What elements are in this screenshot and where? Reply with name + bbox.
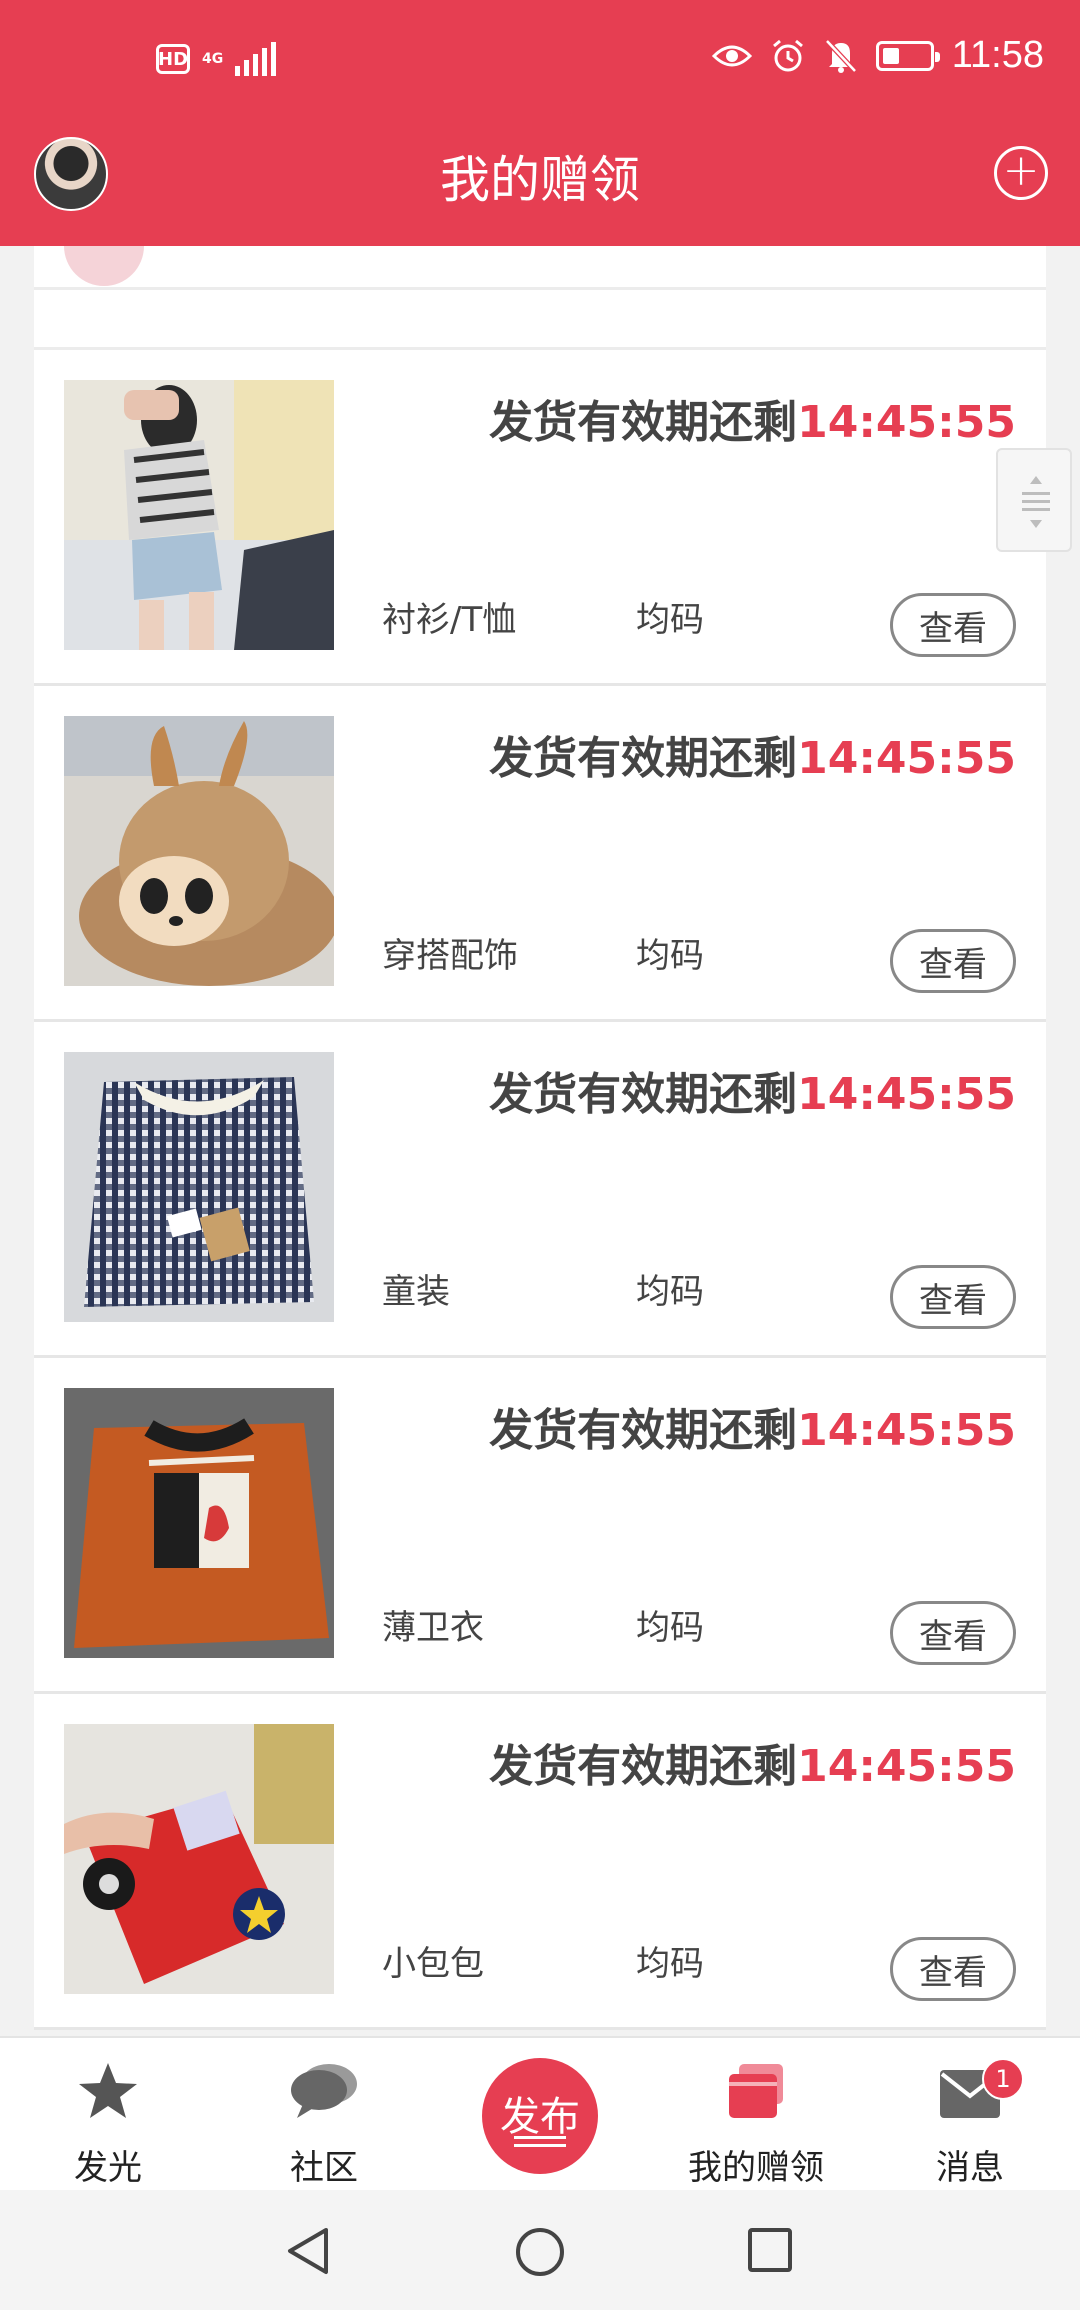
size-label: 均码 <box>636 1608 704 1648</box>
countdown: 发货有效期还剩14:45:55 <box>489 1069 1016 1120</box>
nav-item-glow[interactable]: 发光 <box>8 2038 208 2192</box>
recents-icon[interactable] <box>746 2226 794 2274</box>
chat-bubble-icon <box>291 2064 357 2118</box>
battery-icon <box>875 40 940 71</box>
category-label: 穿搭配饰 <box>382 936 518 976</box>
size-label: 均码 <box>636 936 704 976</box>
list-item[interactable]: 发货有效期还剩14:45:55 薄卫衣 均码 查看 <box>34 1358 1046 1694</box>
view-button[interactable]: 查看 <box>890 929 1016 993</box>
scroll-handle[interactable] <box>996 448 1072 552</box>
alarm-icon <box>772 39 803 71</box>
gift-cards-icon <box>729 2064 783 2118</box>
countdown: 发货有效期还剩14:45:55 <box>489 1405 1016 1456</box>
nav-label: 我的赠领 <box>688 2148 824 2188</box>
list-item[interactable]: 发货有效期还剩14:45:55 童装 均码 查看 <box>34 1022 1046 1358</box>
list-item[interactable]: 发货有效期还剩14:45:55 穿搭配饰 均码 查看 <box>34 686 1046 1022</box>
orange-sweatshirt-photo <box>64 1388 334 1658</box>
countdown: 发货有效期还剩14:45:55 <box>489 1741 1016 1792</box>
category-label: 衬衫/T恤 <box>382 600 517 640</box>
shirt-photo <box>64 380 334 650</box>
gift-list[interactable]: 发货有效期还剩14:45:55 衬衫/T恤 均码 查看 发货有效期还剩14:45… <box>34 246 1046 2036</box>
view-button[interactable]: 查看 <box>890 1265 1016 1329</box>
nav-item-my-gifts[interactable]: 我的赠领 <box>656 2038 856 2192</box>
category-label: 小包包 <box>382 1944 484 1984</box>
list-item[interactable]: 发货有效期还剩14:45:55 小包包 均码 查看 <box>34 1694 1046 2030</box>
nav-label: 消息 <box>936 2148 1004 2188</box>
status-bar: HD 4G 11:58 <box>0 30 1080 96</box>
size-label: 均码 <box>636 600 704 640</box>
unread-badge: 1 <box>982 2058 1024 2100</box>
view-button[interactable]: 查看 <box>890 593 1016 657</box>
home-icon[interactable] <box>514 2226 566 2278</box>
mute-bell-icon <box>824 38 857 73</box>
hat-photo <box>64 716 334 986</box>
publish-label: 发布 <box>500 2094 580 2140</box>
clock: 11:58 <box>951 34 1044 76</box>
hd-icon: HD <box>156 44 190 74</box>
back-icon[interactable] <box>284 2226 334 2276</box>
countdown: 发货有效期还剩14:45:55 <box>489 397 1016 448</box>
countdown: 发货有效期还剩14:45:55 <box>489 733 1016 784</box>
system-nav <box>0 2190 1080 2310</box>
app-header: HD 4G 11:58 我的赠领 + <box>0 0 1080 246</box>
category-label: 童装 <box>382 1272 450 1312</box>
spacer-row <box>34 290 1046 350</box>
nav-label: 发光 <box>74 2148 142 2188</box>
list-item[interactable]: 发货有效期还剩14:45:55 衬衫/T恤 均码 查看 <box>34 350 1046 686</box>
category-label: 薄卫衣 <box>382 1608 484 1648</box>
police-bag-photo <box>64 1724 334 1994</box>
nav-item-messages[interactable]: 1 消息 <box>870 2038 1070 2192</box>
network-type: 4G <box>202 51 224 67</box>
size-label: 均码 <box>636 1272 704 1312</box>
view-button[interactable]: 查看 <box>890 1937 1016 2001</box>
add-button[interactable]: + <box>994 146 1048 200</box>
partial-card <box>34 246 1046 290</box>
plaid-dress-photo <box>64 1052 334 1322</box>
star-icon <box>79 2063 137 2118</box>
page-title: 我的赠领 <box>440 151 640 209</box>
size-label: 均码 <box>636 1944 704 1984</box>
nav-label: 社区 <box>290 2148 358 2188</box>
nav-item-community[interactable]: 社区 <box>224 2038 424 2192</box>
eye-icon <box>711 45 752 66</box>
signal-icon <box>235 42 277 76</box>
view-button[interactable]: 查看 <box>890 1601 1016 1665</box>
publish-button[interactable]: 发布 <box>482 2058 598 2174</box>
bottom-nav: 发光 社区 发布 我的赠领 1 消息 <box>0 2036 1080 2190</box>
drag-handle-icon <box>1022 476 1050 528</box>
